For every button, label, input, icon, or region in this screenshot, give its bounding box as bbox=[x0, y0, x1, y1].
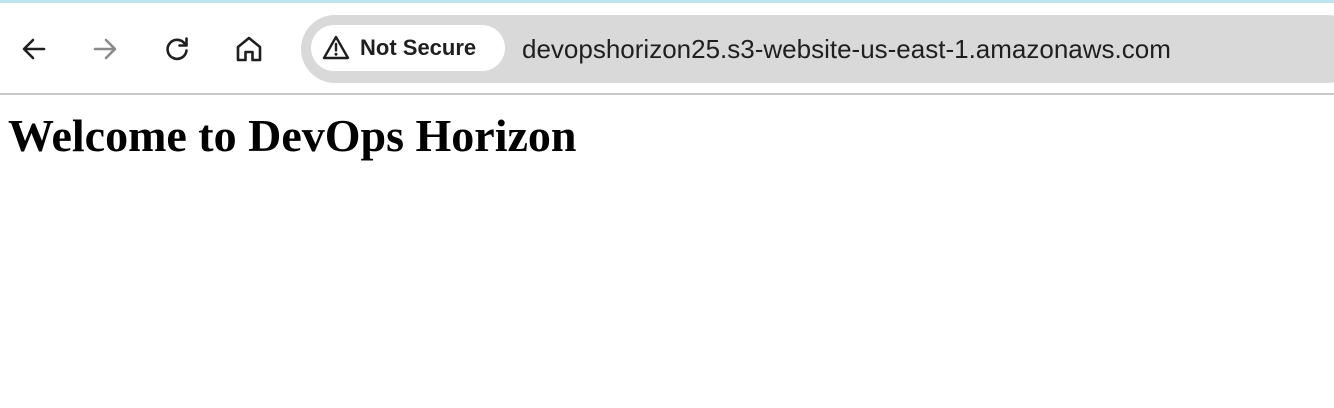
home-button[interactable] bbox=[229, 29, 269, 69]
warning-triangle-icon bbox=[321, 33, 351, 63]
address-bar[interactable]: Not Secure devopshorizon25.s3-website-us… bbox=[301, 15, 1334, 83]
arrow-left-icon bbox=[19, 34, 49, 64]
home-icon bbox=[234, 34, 264, 64]
security-indicator-button[interactable]: Not Secure bbox=[311, 25, 505, 71]
reload-icon bbox=[162, 34, 192, 64]
arrow-right-icon bbox=[90, 34, 120, 64]
page-content: Welcome to DevOps Horizon bbox=[0, 95, 1334, 408]
back-button[interactable] bbox=[14, 29, 54, 69]
browser-toolbar: Not Secure devopshorizon25.s3-website-us… bbox=[0, 3, 1334, 95]
security-label: Not Secure bbox=[360, 35, 477, 60]
browser-window: Not Secure devopshorizon25.s3-website-us… bbox=[0, 0, 1334, 408]
forward-button[interactable] bbox=[85, 29, 125, 69]
reload-button[interactable] bbox=[157, 29, 197, 69]
page-heading: Welcome to DevOps Horizon bbox=[8, 110, 577, 161]
url-text[interactable]: devopshorizon25.s3-website-us-east-1.ama… bbox=[522, 15, 1171, 83]
